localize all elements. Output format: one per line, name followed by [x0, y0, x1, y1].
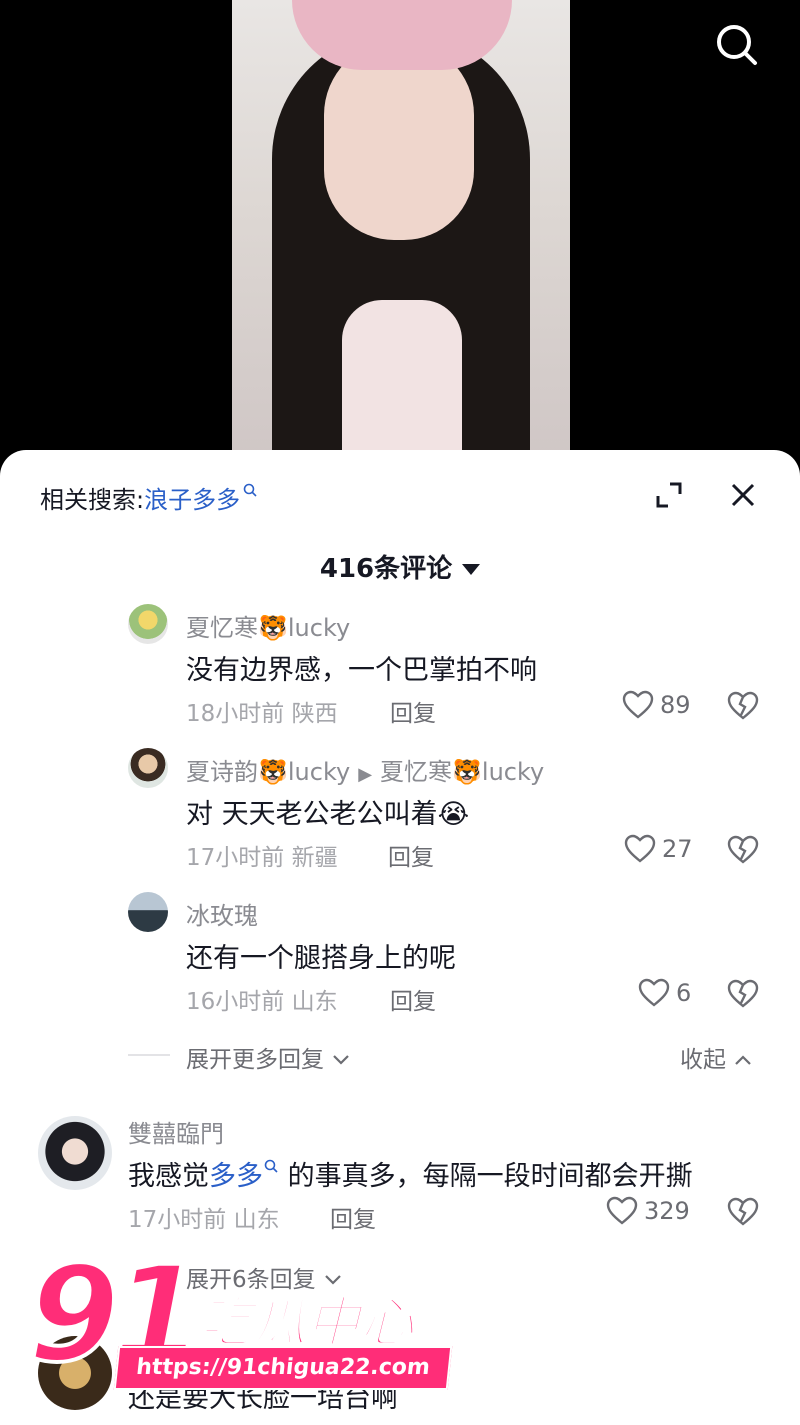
comment-count-label: 416条评论 — [319, 554, 453, 584]
comment-count[interactable]: 416条评论 — [0, 548, 800, 585]
like-button[interactable]: 89 — [622, 690, 691, 720]
watermark: 91 吃瓜中心 https://91chigua22.com — [26, 1236, 453, 1418]
like-count: 89 — [660, 691, 691, 719]
fullscreen-icon[interactable] — [654, 480, 684, 510]
reply-button[interactable]: 回复 — [330, 1200, 376, 1234]
like-button[interactable]: 6 — [638, 978, 691, 1008]
comment-keyword-link[interactable]: 多多 — [209, 1161, 263, 1192]
search-icon[interactable] — [712, 20, 760, 68]
avatar[interactable] — [38, 1116, 112, 1190]
heart-icon — [606, 1196, 638, 1225]
heart-icon — [638, 978, 670, 1007]
avatar[interactable] — [128, 892, 168, 932]
comment-username[interactable]: 雙囍臨門 — [128, 1114, 224, 1149]
avatar[interactable] — [128, 604, 168, 644]
reply-to-username[interactable]: 夏忆寒🐯lucky — [380, 758, 544, 786]
comment-time: 17小时前 山东 — [128, 1207, 280, 1233]
like-count: 27 — [662, 835, 693, 863]
related-search-label: 相关搜索: — [40, 486, 145, 514]
comment-time: 17小时前 新疆 — [186, 845, 338, 871]
expand-more-replies-button[interactable]: 展开更多回复 — [186, 1040, 351, 1074]
comment-time: 18小时前 陕西 — [186, 701, 338, 727]
dislike-icon[interactable] — [726, 691, 760, 721]
related-search[interactable]: 相关搜索:浪子多多 — [40, 480, 258, 515]
comment-username[interactable]: 夏忆寒🐯lucky — [186, 608, 350, 643]
comment-time: 16小时前 山东 — [186, 989, 338, 1015]
collapse-button[interactable]: 收起 — [680, 1040, 753, 1074]
video-player[interactable] — [0, 0, 800, 470]
comment-text: 还有一个腿搭身上的呢 — [186, 943, 456, 974]
comment-text: 我感觉多多 的事真多，每隔一段时间都会开撕 — [128, 1154, 693, 1193]
heart-icon — [624, 834, 656, 863]
video-person-shirt — [342, 300, 462, 470]
reply-arrow-icon: ▶ — [358, 764, 373, 785]
related-search-keyword[interactable]: 浪子多多 — [144, 486, 240, 514]
reply-button[interactable]: 回复 — [388, 838, 434, 872]
like-button[interactable]: 329 — [606, 1196, 690, 1226]
watermark-url: https://91chigua22.com — [113, 1346, 453, 1390]
small-search-icon — [243, 483, 257, 497]
comment-text: 对 天天老公老公叫着😭 — [186, 799, 470, 830]
video-person-face — [324, 40, 474, 240]
heart-icon — [622, 690, 654, 719]
like-count: 329 — [644, 1197, 690, 1225]
reply-button[interactable]: 回复 — [390, 982, 436, 1016]
avatar[interactable] — [128, 748, 168, 788]
like-count: 6 — [676, 979, 692, 1007]
chevron-up-icon — [735, 1055, 752, 1065]
small-search-icon — [264, 1159, 278, 1173]
dislike-icon[interactable] — [726, 835, 760, 865]
comment-username[interactable]: 冰玫瑰 — [186, 896, 258, 931]
close-icon[interactable] — [728, 480, 758, 510]
thread-divider — [128, 1054, 170, 1056]
dislike-icon[interactable] — [726, 979, 760, 1009]
like-button[interactable]: 27 — [624, 834, 693, 864]
reply-button[interactable]: 回复 — [390, 694, 436, 728]
comment-username[interactable]: 夏诗韵🐯lucky ▶ 夏忆寒🐯lucky — [186, 752, 544, 787]
sort-dropdown-icon[interactable] — [462, 564, 481, 575]
comment-text: 没有边界感，一个巴掌拍不响 — [186, 655, 537, 686]
video-frame[interactable] — [232, 0, 570, 470]
dislike-icon[interactable] — [726, 1197, 760, 1227]
chevron-down-icon — [333, 1055, 350, 1065]
